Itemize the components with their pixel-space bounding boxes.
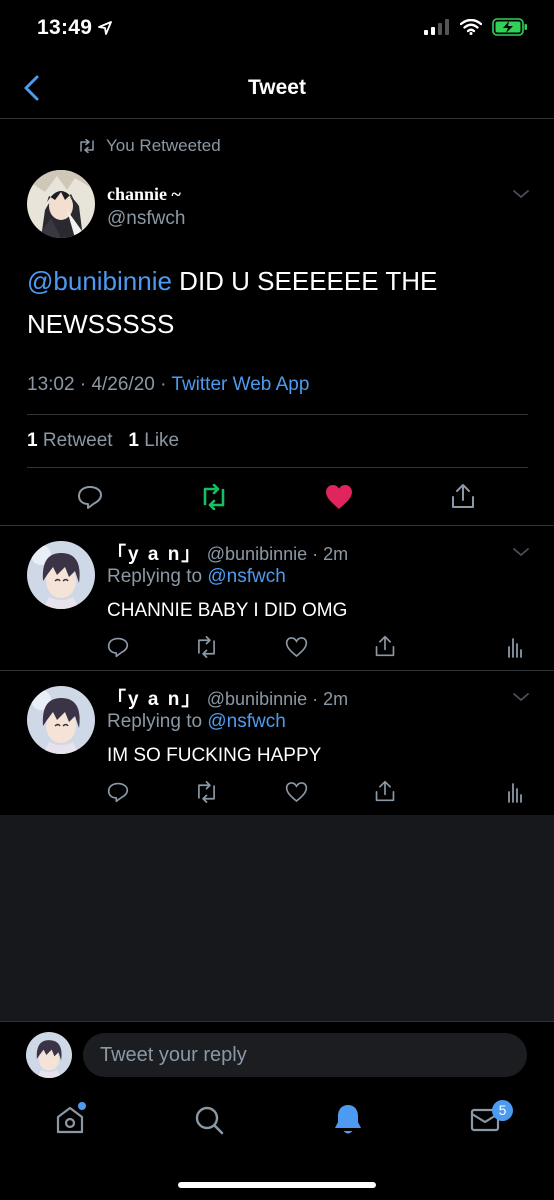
retweet-context: You Retweeted [78,136,221,156]
reply-icon [107,637,129,658]
reply-header: 「y a n」 @bunibinnie · 2m [107,539,348,566]
retweet-count: 1 [27,430,38,451]
tab-notifications[interactable] [332,1103,364,1137]
reply-author-name[interactable]: 「y a n」 [107,544,202,565]
avatar[interactable] [27,541,95,609]
chevron-down-icon [513,693,529,702]
retweet-context-label: You Retweeted [106,136,221,155]
chevron-down-icon [513,548,529,557]
reply-action-analytics[interactable] [507,781,523,803]
reply-action-retweet[interactable] [193,636,220,658]
avatar[interactable] [27,170,95,238]
reply-item[interactable]: 「y a n」 @bunibinnie · 2m Replying to @ns… [0,671,554,814]
search-icon [195,1106,224,1135]
replying-to: Replying to @nsfwch [107,711,286,733]
like-count-link[interactable]: 1 Like [128,430,179,451]
reply-action-reply[interactable] [107,636,129,658]
heart-icon [285,637,308,658]
replying-to: Replying to @nsfwch [107,566,286,588]
composer-avatar [26,1032,72,1078]
reply-action-share[interactable] [374,634,396,658]
share-icon [452,484,474,508]
mention-link[interactable]: @bunibinnie [27,266,172,296]
reply-menu-button[interactable] [512,546,530,558]
new-tweets-dot [78,1102,86,1110]
share-icon [375,780,395,802]
reply-icon [107,782,129,803]
retweet-icon [198,636,215,658]
tweet-text: @bunibinnie DID U SEEEEEE THE NEWSSSSS [27,260,527,346]
tab-search[interactable] [193,1104,225,1136]
like-count: 1 [128,430,139,451]
avatar[interactable] [27,686,95,754]
heart-filled-icon [326,485,352,509]
reply-action-retweet[interactable] [193,781,220,803]
retweet-icon [198,781,215,803]
status-time: 13:49 [37,16,113,40]
reply-age: 2m [323,689,349,709]
like-count-label: Like [144,430,180,451]
reply-action-analytics[interactable] [507,636,523,658]
reply-composer-input[interactable]: Tweet your reply [83,1033,527,1077]
author-handle[interactable]: @nsfwch [107,208,185,230]
empty-conversation-area [0,815,554,1022]
tweet-source-link[interactable]: Twitter Web App [171,374,309,395]
tweet-time: 13:02 [27,374,75,395]
chevron-down-icon [513,190,529,199]
home-indicator [178,1182,376,1188]
signal-icon [424,19,449,35]
reply-age: 2m [323,544,349,564]
like-button[interactable] [325,484,353,510]
retweet-button[interactable] [198,484,230,510]
engagement-counts: 1 Retweet 1 Like [27,430,179,452]
analytics-icon [508,638,522,658]
replying-to-prefix: Replying to [107,566,208,587]
status-bar: 13:49 [0,0,554,58]
divider [27,467,528,468]
reply-action-share[interactable] [374,779,396,803]
tweet-meta: 13:02 · 4/26/20 · Twitter Web App [27,374,310,395]
author-name[interactable]: channie ~ [107,184,181,205]
divider [27,414,528,415]
share-icon [375,635,395,657]
status-icons [424,18,528,36]
reply-menu-button[interactable] [512,691,530,703]
replying-to-link[interactable]: @nsfwch [207,711,285,732]
reply-button[interactable] [77,484,103,510]
reply-action-reply[interactable] [107,781,129,803]
reply-author-handle[interactable]: @bunibinnie [207,544,307,564]
tweet-date: 4/26/20 [91,374,155,395]
replying-to-link[interactable]: @nsfwch [207,566,285,587]
divider [0,1021,554,1022]
page-title: Tweet [248,76,306,99]
reply-action-like[interactable] [285,636,308,658]
share-button[interactable] [450,482,476,510]
status-time-text: 13:49 [37,16,93,39]
retweet-small-icon [80,139,94,153]
reply-dot: · [307,544,324,564]
reply-author-name[interactable]: 「y a n」 [107,689,202,710]
bell-filled-icon [335,1105,361,1134]
tweet-menu-button[interactable] [512,188,530,200]
wifi-icon [460,19,482,35]
replying-to-prefix: Replying to [107,711,208,732]
reply-author-handle[interactable]: @bunibinnie [207,689,307,709]
location-arrow-icon [98,21,113,35]
reply-item[interactable]: 「y a n」 @bunibinnie · 2m Replying to @ns… [0,526,554,669]
reply-dot: · [307,689,324,709]
messages-badge: 5 [492,1100,513,1121]
heart-icon [285,782,308,803]
battery-charging-icon [492,18,527,36]
reply-text: IM SO FUCKING HAPPY [107,745,322,766]
retweet-count-label: Retweet [42,430,113,451]
reply-header: 「y a n」 @bunibinnie · 2m [107,684,348,711]
reply-icon [78,486,102,509]
reply-text: CHANNIE BABY I DID OMG [107,600,348,621]
retweet-icon [203,484,225,510]
retweet-count-link[interactable]: 1 Retweet [27,430,113,451]
analytics-icon [508,783,522,803]
reply-action-like[interactable] [285,781,308,803]
